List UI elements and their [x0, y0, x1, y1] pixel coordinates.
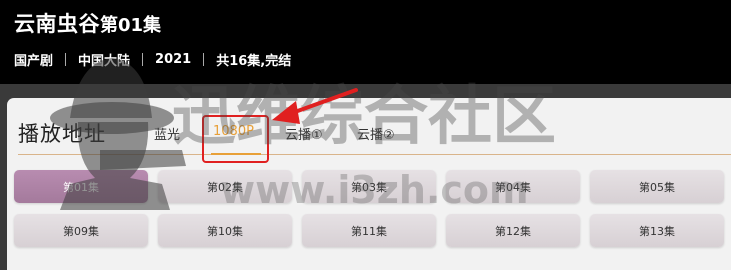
episode-button-04[interactable]: 第04集 [446, 170, 580, 203]
section-title: 播放地址 [18, 122, 106, 146]
episode-button-02[interactable]: 第02集 [158, 170, 292, 203]
episode-button-12[interactable]: 第12集 [446, 214, 580, 247]
tab-source-cloud-2[interactable]: 云播② [357, 124, 395, 143]
episode-button-09[interactable]: 第09集 [14, 214, 148, 247]
meta-genre: 国产剧 [14, 54, 54, 69]
meta-divider [203, 53, 205, 66]
play-source-panel: 播放地址 蓝光 1080P 云播① 云播② 第01集 第02集 第03集 第04… [7, 98, 731, 270]
meta-divider [65, 53, 67, 66]
video-header: 云南虫谷 第01集 国产剧 中国大陆 2021 共16集,完结 [0, 0, 731, 84]
show-title: 云南虫谷 [14, 12, 100, 36]
episode-button-10[interactable]: 第10集 [158, 214, 292, 247]
meta-year: 2021 [155, 52, 192, 67]
meta-row: 国产剧 中国大陆 2021 共16集,完结 [14, 50, 291, 69]
episode-button-05[interactable]: 第05集 [590, 170, 724, 203]
episode-title: 第01集 [100, 15, 162, 36]
tab-source-cloud-1[interactable]: 云播① [285, 124, 323, 143]
meta-region: 中国大陆 [78, 54, 131, 69]
episode-button-03[interactable]: 第03集 [302, 170, 436, 203]
tab-source-bluray[interactable]: 蓝光 [154, 124, 180, 143]
episode-button-11[interactable]: 第11集 [302, 214, 436, 247]
tabs-divider [18, 154, 731, 155]
episode-button-13[interactable]: 第13集 [590, 214, 724, 247]
episode-button-01[interactable]: 第01集 [14, 170, 148, 203]
meta-episodes: 共16集,完结 [216, 54, 292, 69]
annotation-highlight-box [202, 115, 269, 163]
meta-divider [142, 53, 144, 66]
video-title: 云南虫谷 第01集 [14, 8, 161, 38]
